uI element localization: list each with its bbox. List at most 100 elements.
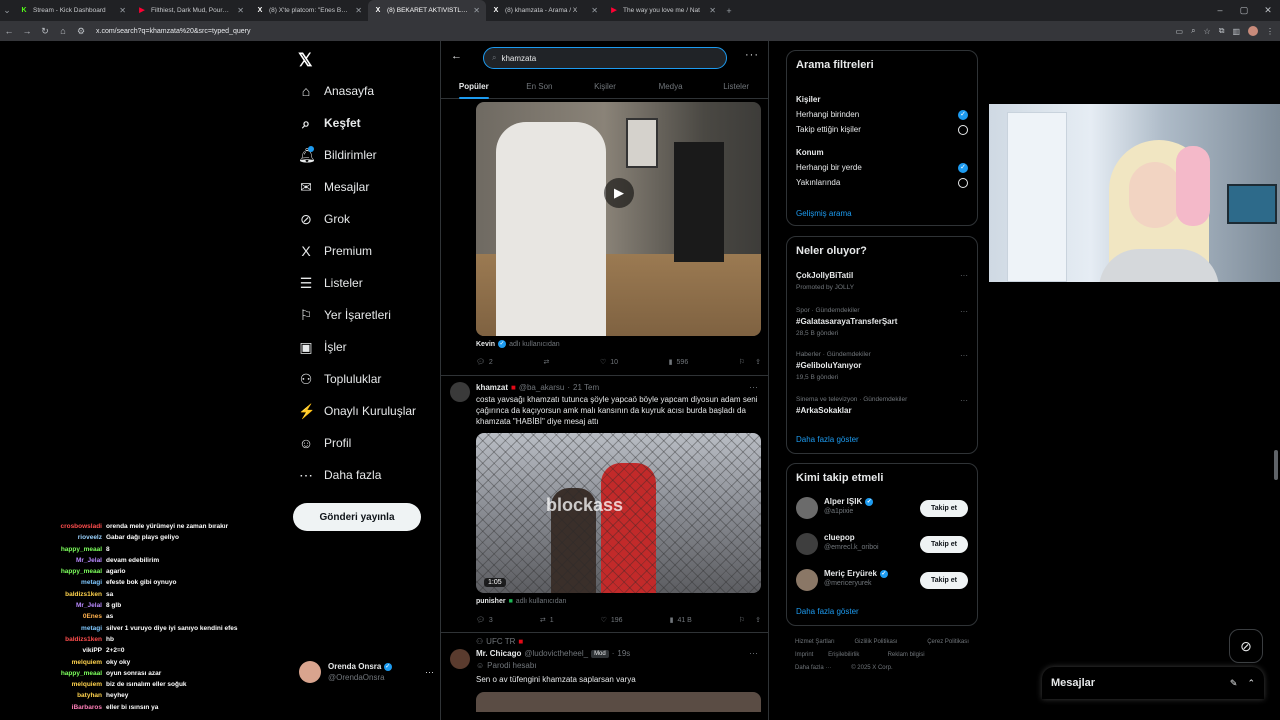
tab-close-icon[interactable]: ✕ [591,6,598,15]
suggestion-name[interactable]: Alper IŞIK ✓ [824,497,874,506]
tab-close-icon[interactable]: ✕ [709,6,716,15]
footer-link[interactable]: Hizmet Şartları [795,639,835,645]
chat-username[interactable]: 0Enes [58,611,102,622]
trend-name[interactable]: ÇokJollyBiTatil [796,271,853,280]
forward-icon[interactable]: → [18,26,36,36]
footer-link[interactable]: Erişilebilirlik [828,652,859,658]
messages-drawer[interactable]: Mesajlar ✎ ⌃ [1042,667,1264,699]
page-scrollbar[interactable] [1274,450,1278,480]
tab-listeler[interactable]: Listeler [703,77,768,98]
chat-username[interactable]: happy_meaal [58,544,102,555]
sidebar-item-search[interactable]: ⌕ Keşfet [298,112,361,134]
search-more-icon[interactable]: ··· [745,49,759,61]
extensions-icon[interactable]: ⧉ [1219,26,1225,36]
browser-tab[interactable]: ▶ Filthiest, Dark Mud, Poured Fro ✕ [132,0,250,21]
expand-icon[interactable]: ⌃ [1247,678,1255,689]
post-media-preview[interactable] [476,692,761,712]
chat-username[interactable]: baldizs1ken [58,589,102,600]
post-time[interactable]: 19s [617,649,630,658]
follow-button[interactable]: Takip et [920,572,968,589]
tab-close-icon[interactable]: ✕ [355,6,362,15]
follow-button[interactable]: Takip et [920,536,968,553]
chat-username[interactable]: Mr_Jelal [58,600,102,611]
minimize-icon[interactable]: – [1208,0,1232,21]
close-window-icon[interactable]: ✕ [1256,0,1280,21]
post-button[interactable]: Gönderi yayınla [293,503,421,531]
chat-username[interactable]: vikiPP [58,645,102,656]
sidebar-item-x-premium[interactable]: X Premium [298,240,372,262]
chat-username[interactable]: melquiem [58,657,102,668]
trend-more-icon[interactable]: ··· [960,351,968,360]
sidebar-item-more[interactable]: ⋯ Daha fazla [298,464,381,486]
views-button[interactable]: ▮ 596 [669,358,689,367]
video-thumbnail[interactable]: ▶ [476,102,761,336]
bookmark-button[interactable]: ⚐ [739,358,745,366]
trend-name[interactable]: #GalatasarayaTransferŞart [796,317,897,326]
filter-option[interactable]: Herhangi bir yerde [796,163,862,172]
credit-name[interactable]: punisher [476,598,506,605]
sidebar-item-grok[interactable]: ⊘ Grok [298,208,350,230]
advanced-search-link[interactable]: Gelişmiş arama [796,209,852,218]
chat-username[interactable]: metagi [58,577,102,588]
site-info-icon[interactable]: ⚙ [72,26,90,37]
chat-username[interactable]: melquiem [58,679,102,690]
chat-username[interactable]: iBarbaros [58,702,102,713]
zoom-icon[interactable]: ⌕ [1191,26,1195,36]
browser-tab[interactable]: ▶ The way you love me / Nat ✕ [604,0,722,21]
account-switcher[interactable]: Orenda Onsra ✓ @OrendaOnsra ··· [299,659,434,685]
repost-button[interactable]: ⇄ [543,358,549,366]
browser-tab[interactable]: K Stream - Kick Dashboard ✕ [14,0,132,21]
sidebar-icon[interactable]: ▥ [1232,27,1240,36]
account-more-icon[interactable]: ··· [425,667,434,677]
radio-checked[interactable]: ✓ [958,110,968,120]
profile-avatar[interactable] [1248,26,1258,36]
sidebar-item-bell[interactable]: 🔔︎ Bildirimler [298,144,377,166]
reload-icon[interactable]: ↻ [36,26,54,37]
filter-option[interactable]: Takip ettiğin kişiler [796,125,861,134]
tab-medya[interactable]: Medya [638,77,704,98]
url-field[interactable]: x.com/search?q=khamzata%20&src=typed_que… [96,28,250,35]
star-icon[interactable]: ☆ [1204,27,1211,36]
bookmark-button[interactable]: ⚐ [739,616,745,624]
like-button[interactable]: ♡ 196 [601,616,623,625]
suggestion-name[interactable]: Meriç Eryürek ✓ [824,569,888,578]
credit-name[interactable]: Kevin [476,341,495,348]
author-name[interactable]: khamzat [476,383,508,392]
trend-name[interactable]: #GeliboluYanıyor [796,361,861,370]
author-handle[interactable]: @ludovictheheel_ [524,649,588,658]
show-more-link[interactable]: Daha fazla göster [796,435,859,444]
reply-button[interactable]: 💬︎ 3 [476,616,493,625]
new-message-icon[interactable]: ✎ [1230,678,1238,689]
tab-en-son[interactable]: En Son [507,77,573,98]
footer-link[interactable]: © 2025 X Corp. [851,665,892,671]
search-input[interactable]: ⌕ khamzata [483,47,727,69]
trend-more-icon[interactable]: ··· [960,396,968,405]
sidebar-item-home[interactable]: ⌂ Anasayfa [298,80,374,102]
views-button[interactable]: ▮ 41 B [670,616,692,625]
follow-button[interactable]: Takip et [920,500,968,517]
chat-username[interactable]: happy_meaal [58,668,102,679]
radio-unchecked[interactable] [958,125,968,135]
tab-kişiler[interactable]: Kişiler [572,77,638,98]
avatar[interactable] [796,569,818,591]
tab-search-icon[interactable]: ⌄ [0,5,14,16]
sidebar-item-list[interactable]: ☰ Listeler [298,272,363,294]
radio-unchecked[interactable] [958,178,968,188]
sidebar-item-mail[interactable]: ✉ Mesajlar [298,176,369,198]
reply-button[interactable]: 💬︎ 2 [476,358,493,367]
trend-more-icon[interactable]: ··· [960,271,968,280]
share-button[interactable]: ⇪ [755,616,761,624]
video-thumbnail[interactable]: blockass 1:05 [476,433,761,593]
tab-close-icon[interactable]: ✕ [119,6,126,15]
chat-username[interactable]: baldizs1ken [58,634,102,645]
filter-option[interactable]: Herhangi birinden [796,110,859,119]
sidebar-item-lightning[interactable]: ⚡ Onaylı Kuruluşlar [298,400,416,422]
menu-icon[interactable]: ⋮ [1266,27,1274,36]
footer-link[interactable]: Çerez Politikası [927,639,969,645]
sidebar-item-bookmark[interactable]: ⚐ Yer İşaretleri [298,304,391,326]
author-name[interactable]: Mr. Chicago [476,649,521,658]
chat-username[interactable]: Mr_Jelal [58,555,102,566]
tab-close-icon[interactable]: ✕ [473,6,480,15]
post-more-icon[interactable]: ··· [749,382,758,392]
avatar[interactable] [450,649,470,669]
